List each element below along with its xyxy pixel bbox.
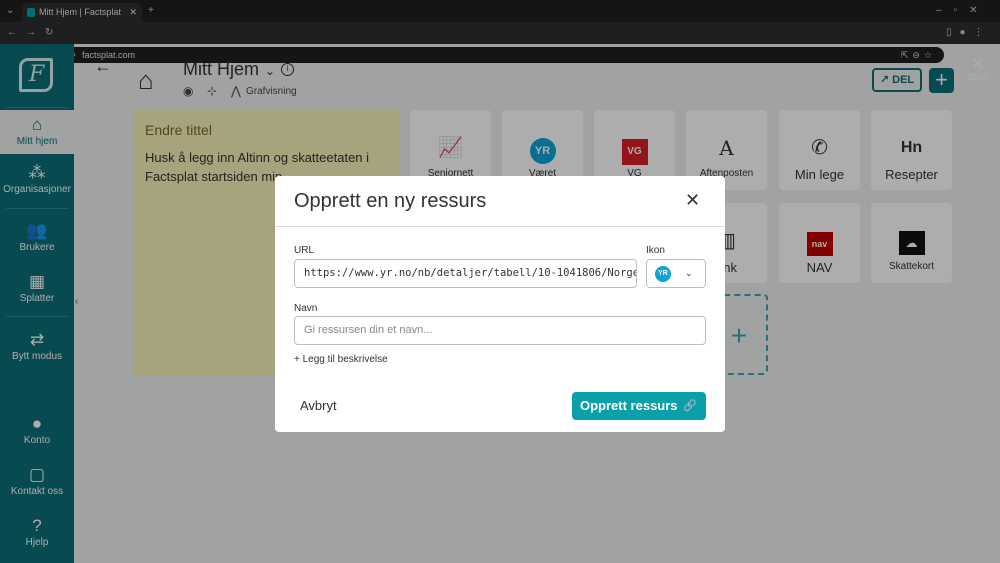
dialog-divider <box>275 226 725 227</box>
name-input[interactable]: Gi ressursen din et navn... <box>294 316 706 345</box>
dialog-close-icon[interactable]: ✕ <box>685 190 700 211</box>
create-resource-button[interactable]: Opprett ressurs 🔗 <box>572 392 706 420</box>
icon-select[interactable]: YR ⌄ <box>646 259 706 288</box>
create-resource-label: Opprett ressurs <box>580 398 678 413</box>
icon-label: Ikon <box>646 245 665 256</box>
dialog-title: Opprett en ny ressurs <box>294 190 487 212</box>
add-description-link[interactable]: + Legg til beskrivelse <box>294 354 388 365</box>
cancel-button[interactable]: Avbryt <box>300 398 337 413</box>
url-label: URL <box>294 245 315 256</box>
create-resource-dialog: Opprett en ny ressurs ✕ URL https://www.… <box>275 176 725 432</box>
link-icon: 🔗 <box>683 400 697 412</box>
url-input[interactable]: https://www.yr.no/nb/detaljer/tabell/10-… <box>294 259 637 288</box>
name-label: Navn <box>294 303 318 314</box>
chevron-down-icon: ⌄ <box>685 268 693 278</box>
yr-icon: YR <box>655 266 671 282</box>
